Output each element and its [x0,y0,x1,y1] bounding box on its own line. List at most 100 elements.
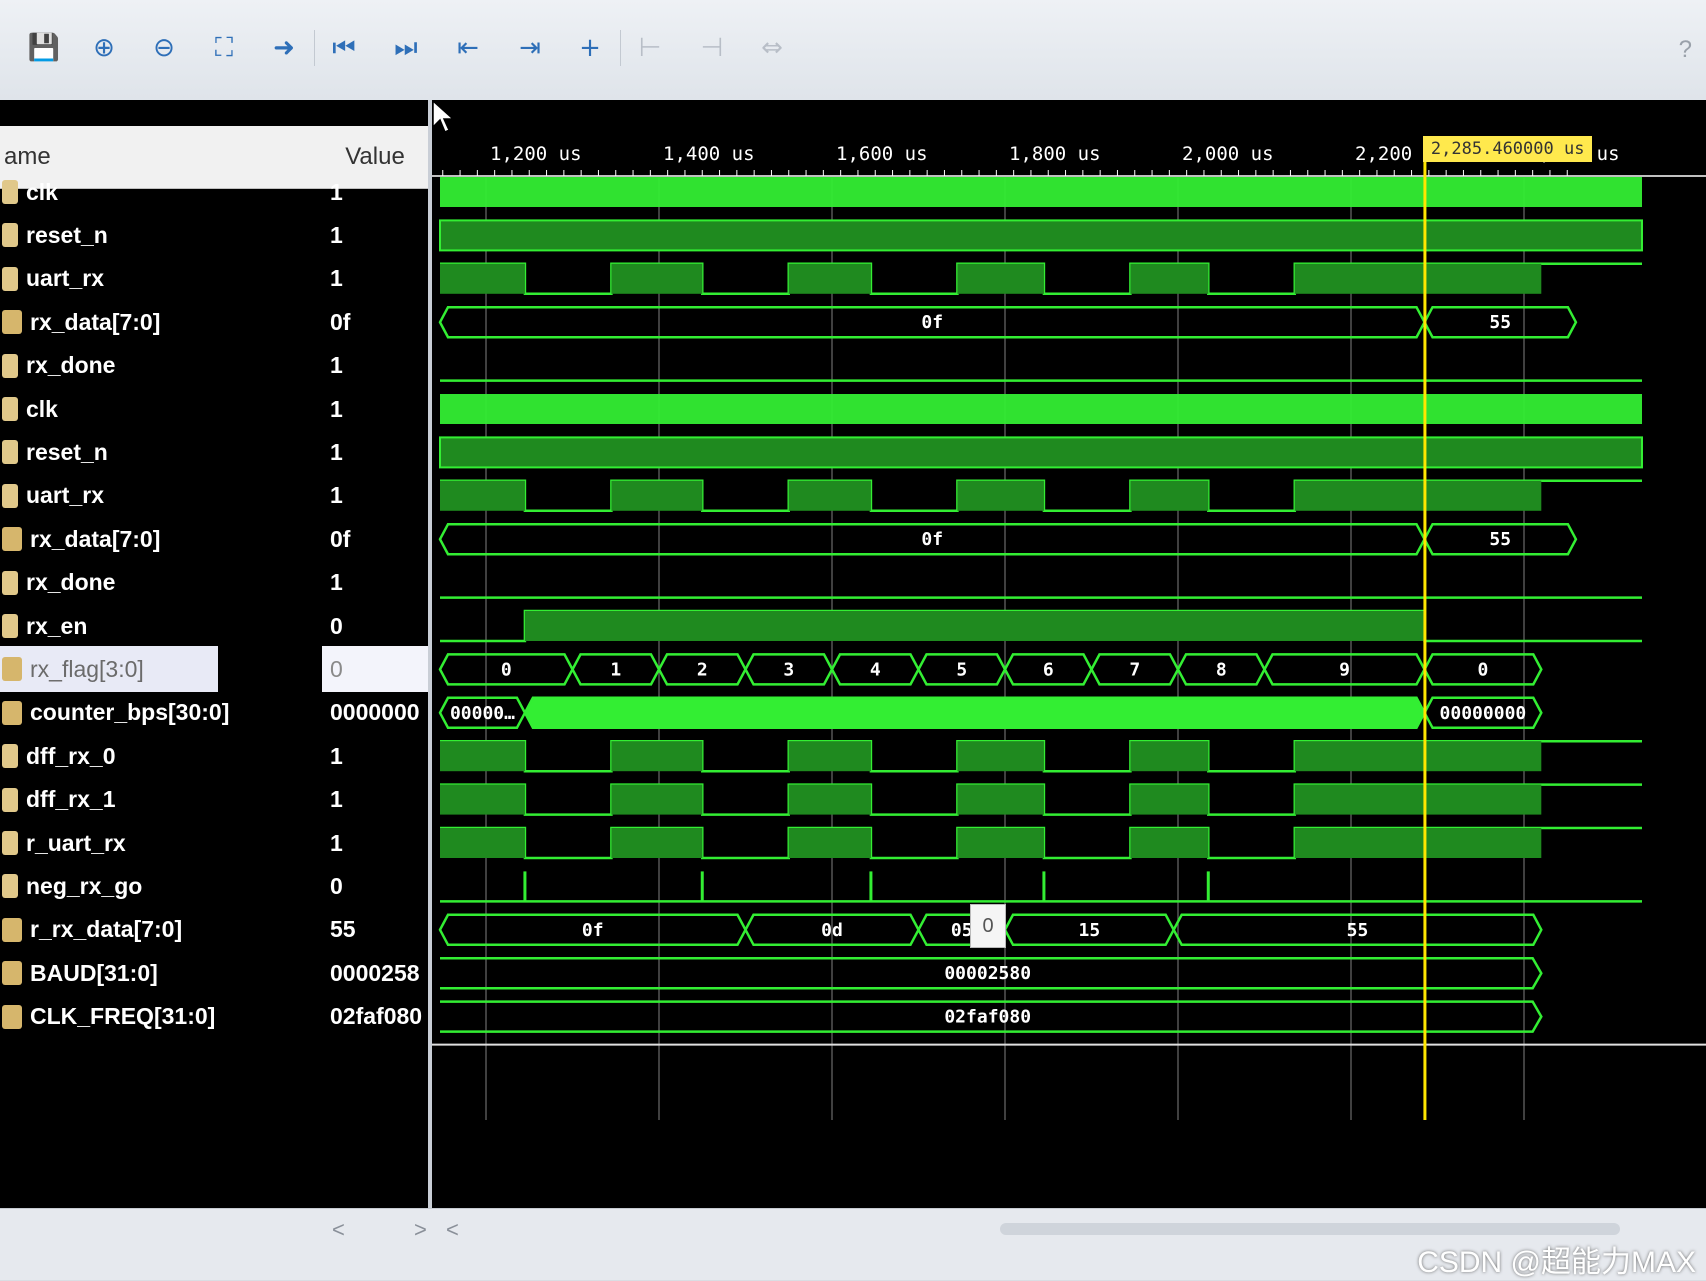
signal-row-r_uart_rx[interactable]: r_uart_rx [0,820,300,866]
signal-name: reset_n [26,438,108,465]
signal-row-reset_n[interactable]: reset_n [0,212,300,258]
waveform-canvas[interactable]: 1,200 us 1,400 us 1,600 us 1,800 us 2,000 us… [432,100,1706,1208]
signal-row-clk[interactable]: clk [0,386,300,432]
counter-bps-wave-label: 00000000 [1440,703,1527,724]
uart-rx-wave-high [1130,263,1209,294]
zoom-fit-button[interactable]: ⛶ [202,26,246,70]
dff-rx-0-wave-high [611,741,703,772]
signal-row-uart_rx[interactable]: uart_rx [0,256,300,302]
go-to-cursor-button[interactable]: ➜ [262,26,306,70]
swap-cursors-icon: ⇔ [761,33,783,63]
signal-row-dff_rx_0[interactable]: dff_rx_0 [0,733,300,779]
rx-flag-wave-label: 6 [1043,659,1054,680]
r-rx-data-wave-label: 55 [1347,920,1369,941]
bus-signal-icon [2,310,22,335]
uart-rx-2-wave-high [957,480,1044,511]
wire-signal-icon [2,787,18,812]
uart-rx-2-wave-high [1294,480,1542,511]
swap-cursors-button[interactable]: ⇔ [750,26,794,70]
baud-value-label: 00002580 [944,963,1031,984]
name-column-label: ame [4,143,51,170]
signal-value: 0000258 [330,959,420,986]
toolbar-separator [314,30,315,66]
zoom-out-button[interactable]: ⊖ [142,26,186,70]
signal-row-clk_freq310[interactable]: CLK_FREQ[31:0] [0,994,300,1040]
signal-row-rx_done[interactable]: rx_done [0,560,300,606]
signal-row-rx_data70[interactable]: rx_data[7:0] [0,516,300,562]
scroll-left-button[interactable]: < [332,1217,345,1243]
wire-signal-icon [2,614,18,638]
signal-row-clk[interactable]: clk [0,169,300,215]
signal-row-counter_bps300[interactable]: counter_bps[30:0] [0,690,300,736]
rx-flag-wave-label: 3 [783,659,794,680]
signal-row-dff_rx_1[interactable]: dff_rx_1 [0,777,300,823]
rx-flag-wave-label: 4 [870,659,881,680]
bus-signal-icon [2,917,22,942]
r-rx-data-wave-label: 0d [821,920,843,941]
signal-row-rx_flag30[interactable]: rx_flag[3:0] [0,646,218,693]
time-tick-label: 1,400 us [663,143,755,165]
clk-2-wave [440,394,1642,424]
dff-rx-0-wave-high [1130,741,1209,772]
wave-scroll-left-button[interactable]: < [446,1217,459,1243]
signal-value: 0 [330,872,343,899]
signal-row-baud310[interactable]: BAUD[31:0] [0,950,300,996]
save-button[interactable]: 💾 [22,26,66,70]
save-icon: 💾 [27,33,61,63]
signal-name: uart_rx [26,482,104,509]
wire-signal-icon [2,874,18,899]
rx-flag-wave-label: 0 [501,659,512,680]
rx-en-wave-high [524,611,1425,641]
uart-rx-2-wave-high [788,480,871,511]
signal-row-neg_rx_go[interactable]: neg_rx_go [0,863,300,909]
wire-signal-icon [2,266,18,291]
add-marker-button[interactable]: + [568,26,612,70]
rx-flag-wave-label: 1 [610,659,621,680]
next-marker-button[interactable]: ⊣ [690,26,734,70]
rx-flag-wave-label: 5 [956,659,967,680]
signal-row-reset_n[interactable]: reset_n [0,429,300,475]
r-uart-rx-wave-high [611,828,703,858]
rx-data-2-wave-label: 55 [1489,529,1511,550]
uart-rx-2-wave-high [611,480,703,511]
signal-row-uart_rx[interactable]: uart_rx [0,473,300,519]
previous-transition-button[interactable]: ⇤ [446,26,490,70]
value-column-label: Value [345,143,405,170]
time-tick-label: 1,800 us [1009,143,1101,165]
signal-row-rx_data70[interactable]: rx_data[7:0] [0,299,300,345]
scroll-right-button[interactable]: > [414,1217,427,1243]
signal-row-rx_en[interactable]: rx_en [0,603,300,649]
previous-marker-icon: ⊢ [638,33,662,63]
waveform-svg[interactable]: 1,200 us 1,400 us 1,600 us 1,800 us 2,000 us… [432,100,1706,1208]
dff-rx-0-wave-high [1294,741,1542,772]
cursor-time-label[interactable]: 2,285.460000 us [1422,136,1593,162]
zoom-in-button[interactable]: ⊕ [82,26,126,70]
dff-rx-0-wave-high [440,741,525,772]
signal-name: rx_done [26,352,116,379]
signal-value: 1 [330,395,343,422]
horizontal-scrollbar[interactable] [1000,1223,1620,1235]
rx-flag-wave-label: 2 [697,659,708,680]
next-transition-button[interactable]: ⇥ [508,26,552,70]
signal-name: rx_en [26,612,88,639]
go-to-start-button[interactable]: ⏮ [322,26,366,70]
signal-value: 1 [330,482,343,509]
previous-transition-icon: ⇤ [457,33,479,63]
signal-value: 1 [330,829,343,856]
zoom-fit-icon: ⛶ [214,32,234,63]
previous-marker-button[interactable]: ⊢ [628,26,672,70]
signal-names-panel: ame clk reset_n uart_rx rx_data[7:0] rx_done… [0,100,324,1208]
bottom-bar: < > < CSDN @超能力MAX [0,1208,1706,1280]
rx-data-wave-label: 55 [1489,312,1511,333]
help-icon[interactable]: ? [1679,36,1692,64]
signal-row-rx_done[interactable]: rx_done [0,343,300,389]
time-tick-label: 1,200 us [490,143,582,165]
wire-signal-icon [2,180,18,204]
signal-name: CLK_FREQ[31:0] [30,1003,216,1030]
signal-row-r_rx_data70[interactable]: r_rx_data[7:0] [0,907,300,953]
go-to-end-button[interactable]: ⏭ [384,26,428,70]
go-to-start-icon: ⏮ [332,32,356,63]
signal-name: uart_rx [26,265,104,292]
dff-rx-1-wave-high [957,784,1044,815]
wire-signal-icon [2,223,18,248]
